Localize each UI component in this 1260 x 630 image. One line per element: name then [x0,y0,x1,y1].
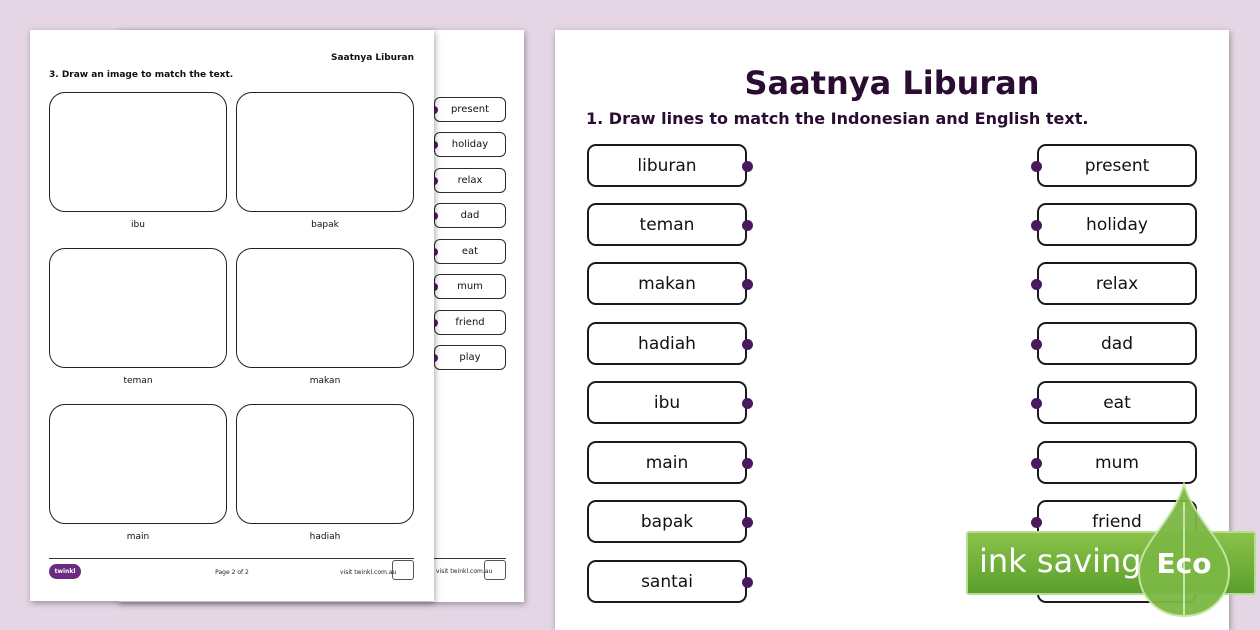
drawing-box[interactable] [49,92,227,212]
indonesian-word-card[interactable]: liburan [587,144,753,187]
word-label: play [459,352,481,363]
drawing-box-label: makan [309,376,341,386]
eco-label: Eco [1157,547,1212,580]
connector-dot[interactable] [742,577,753,588]
connector-dot[interactable] [742,220,753,231]
worksheet-title: Saatnya Liburan [744,64,1040,102]
word-label: hadiah [638,333,696,354]
publisher-badge-icon [484,560,506,580]
connector-dot[interactable] [1031,161,1042,172]
indonesian-word-card[interactable]: hadiah [587,322,753,365]
word-label: mum [457,281,483,292]
word-label: present [450,104,489,115]
drawing-box[interactable] [49,404,227,524]
page-title: Saatnya Liburan [331,53,414,63]
connector-dot[interactable] [742,517,753,528]
connector-dot[interactable] [742,458,753,469]
word-label: ibu [653,392,681,413]
word-label: bapak [640,511,694,532]
indonesian-word-card[interactable]: santai [587,560,753,603]
back-word-card: play [430,345,506,370]
indonesian-word-card[interactable]: bapak [587,500,753,543]
indonesian-word-card[interactable]: makan [587,262,753,305]
footer-divider [49,558,414,559]
indonesian-word-card[interactable]: ibu [587,381,753,424]
connector-dot[interactable] [742,398,753,409]
drawing-box-label: teman [123,376,153,386]
connector-dot[interactable] [1031,279,1042,290]
word-label: holiday [1086,214,1148,235]
word-label: teman [639,214,695,235]
drawing-box[interactable] [236,404,414,524]
english-word-card[interactable]: holiday [1031,203,1197,246]
word-label: present [1084,155,1150,176]
drawing-box-label: hadiah [309,532,341,542]
english-word-card[interactable]: eat [1031,381,1197,424]
drawing-box-label: bapak [311,220,339,230]
connector-dot[interactable] [742,279,753,290]
instruction: 1. Draw lines to match the Indonesian an… [586,109,1089,128]
english-word-card[interactable]: present [1031,144,1197,187]
word-label: relax [1095,273,1139,294]
word-label: liburan [637,155,697,176]
connector-dot[interactable] [1031,458,1042,469]
english-word-card[interactable]: mum [1031,441,1197,484]
back-word-card: eat [430,239,506,264]
ink-saving-label: ink saving [979,542,1142,580]
word-label: dad [1101,333,1133,354]
connector-dot[interactable] [742,161,753,172]
connector-dot[interactable] [742,339,753,350]
back-word-card: friend [430,310,506,335]
drawing-box[interactable] [236,92,414,212]
eco-drop-icon: Eco [1137,482,1231,618]
connector-dot[interactable] [1031,398,1042,409]
back-word-card: dad [430,203,506,228]
back-word-card: mum [430,274,506,299]
publisher-badge-icon [392,560,414,580]
connector-dot[interactable] [1031,517,1042,528]
word-label: mum [1095,452,1139,473]
indonesian-word-card[interactable]: main [587,441,753,484]
worksheet-page-2: Saatnya Liburan 3. Draw an image to matc… [30,30,434,601]
word-label: eat [461,246,479,257]
drawing-box-label: main [126,532,150,542]
word-label: eat [1103,392,1131,413]
word-label: dad [460,210,480,221]
english-word-card[interactable]: relax [1031,262,1197,305]
drawing-box[interactable] [49,248,227,368]
word-label: santai [641,571,693,592]
drawing-box-label: ibu [131,220,145,230]
word-label: holiday [451,139,489,150]
word-label: main [645,452,689,473]
footer-url: visit twinkl.com.au [340,569,397,576]
word-label: makan [638,273,696,294]
english-word-card[interactable]: dad [1031,322,1197,365]
word-label: friend [455,317,485,328]
indonesian-word-card[interactable]: teman [587,203,753,246]
connector-dot[interactable] [1031,339,1042,350]
back-word-card: present [430,97,506,122]
drawing-box[interactable] [236,248,414,368]
back-word-card: holiday [430,132,506,157]
connector-dot[interactable] [1031,220,1042,231]
instruction: 3. Draw an image to match the text. [49,70,234,80]
back-word-card: relax [430,168,506,193]
word-label: relax [457,175,483,186]
